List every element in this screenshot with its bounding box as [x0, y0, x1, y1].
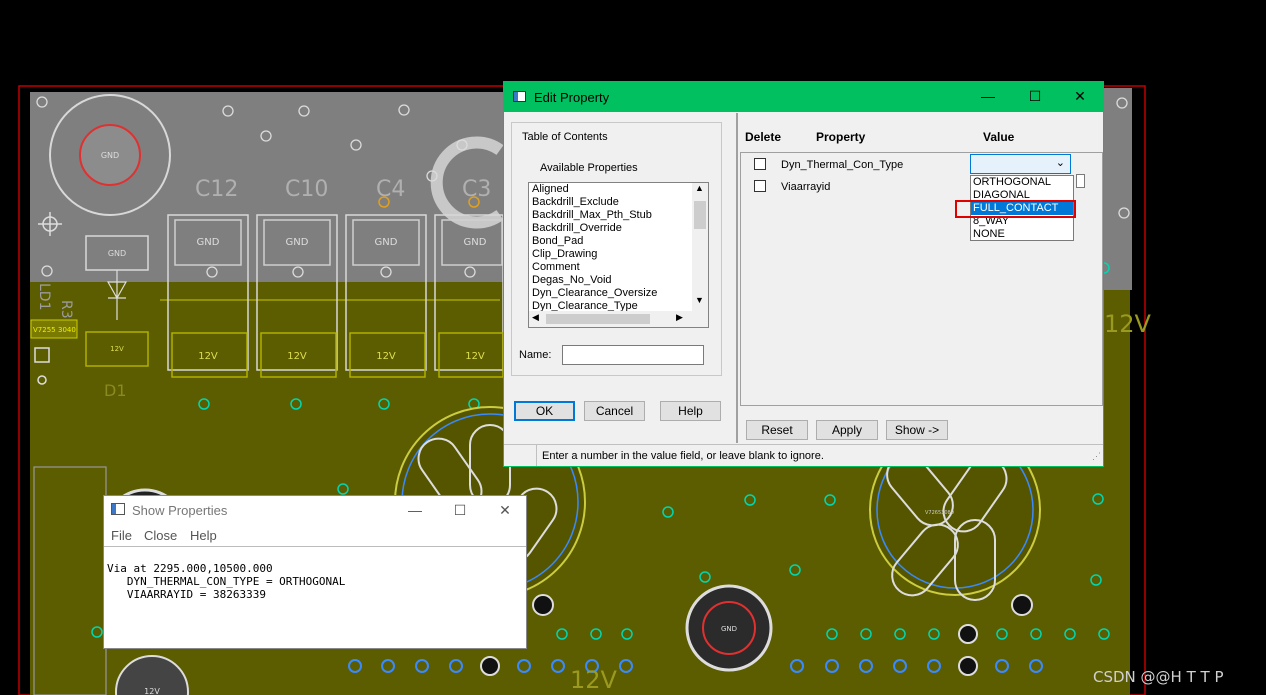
available-property-item[interactable]: Clip_Drawing: [529, 248, 691, 261]
available-property-item[interactable]: Backdrill_Exclude: [529, 196, 691, 209]
watermark: CSDN @@H T T P: [1093, 668, 1224, 686]
col-property-header: Property: [816, 130, 866, 144]
side-12v-label: 12V: [1104, 310, 1152, 338]
available-property-item[interactable]: Bond_Pad: [529, 235, 691, 248]
help-button[interactable]: Help: [660, 401, 721, 421]
apply-button[interactable]: Apply: [816, 420, 878, 440]
close-button[interactable]: ✕: [482, 502, 528, 520]
show-properties-window: Show Properties — ☐ ✕ File Close Help Vi…: [103, 495, 527, 649]
ld1-label: LD1: [36, 283, 52, 311]
status-bar: Enter a number in the value field, or le…: [504, 444, 1103, 466]
delete-checkbox-1[interactable]: [754, 158, 766, 170]
delete-checkbox-2[interactable]: [754, 180, 766, 192]
small-pad-label-2: 3040: [58, 326, 76, 334]
menu-help[interactable]: Help: [190, 528, 217, 543]
available-properties-label: Available Properties: [540, 162, 638, 174]
v12-label-1: 12V: [198, 351, 218, 362]
pane-divider[interactable]: [736, 113, 738, 443]
gnd-label-5: GND: [108, 249, 126, 258]
show-button[interactable]: Show ->: [886, 420, 948, 440]
available-property-item[interactable]: Backdrill_Override: [529, 222, 691, 235]
menu-file[interactable]: File: [111, 528, 132, 543]
maximize-button[interactable]: ☐: [1012, 88, 1058, 106]
edit-property-title: Edit Property: [534, 90, 610, 105]
toc-label: Table of Contents: [520, 131, 610, 143]
resize-grip-icon[interactable]: ⋰: [1092, 451, 1101, 462]
maximize-button[interactable]: ☐: [437, 502, 483, 520]
bottom-12v-label: 12V: [144, 687, 160, 695]
via-id-label-1: V72653080: [925, 510, 954, 516]
menu-close[interactable]: Close: [144, 528, 177, 543]
available-property-item[interactable]: Comment: [529, 261, 691, 274]
gray-region-right: [1103, 88, 1132, 290]
available-property-item[interactable]: Aligned: [529, 183, 691, 196]
ok-button[interactable]: OK: [514, 401, 575, 421]
cancel-button[interactable]: Cancel: [584, 401, 645, 421]
window-icon: [111, 503, 125, 515]
gnd-label-2: GND: [286, 237, 309, 248]
properties-line-3: VIAARRAYID = 38263339: [107, 588, 266, 601]
reset-button[interactable]: Reset: [746, 420, 808, 440]
minimize-button[interactable]: —: [392, 502, 438, 520]
col-delete-header: Delete: [745, 130, 782, 144]
highlight-box: [955, 200, 1076, 218]
v12-label-3: 12V: [376, 351, 396, 362]
edit-property-titlebar[interactable]: Edit Property — ☐ ✕: [504, 82, 1103, 112]
bottom-gnd-label: GND: [721, 625, 737, 633]
scroll-left-icon[interactable]: ◀: [532, 312, 539, 323]
hscroll-thumb[interactable]: [546, 314, 650, 324]
available-properties-list[interactable]: Aligned Backdrill_Exclude Backdrill_Max_Pt…: [528, 182, 709, 328]
v12-label-5: 12V: [110, 345, 124, 353]
edit-property-dialog: Edit Property — ☐ ✕ Table of Contents Av…: [503, 81, 1104, 467]
horizontal-scrollbar[interactable]: ◀ ▶: [529, 311, 708, 327]
available-property-item[interactable]: Degas_No_Void: [529, 274, 691, 287]
v12-label-2: 12V: [287, 351, 307, 362]
vertical-scrollbar[interactable]: ▲ ▼: [692, 183, 708, 311]
d1-label: D1: [104, 381, 127, 400]
window-icon: [513, 91, 526, 102]
value-dropdown[interactable]: ⌄: [970, 154, 1071, 174]
gnd-label-1: GND: [197, 237, 220, 248]
scrollbar-thumb[interactable]: [694, 201, 706, 229]
close-button[interactable]: ✕: [1057, 88, 1103, 106]
available-property-item[interactable]: Backdrill_Max_Pth_Stub: [529, 209, 691, 222]
refdes-c10: C10: [285, 177, 328, 202]
scroll-up-icon[interactable]: ▲: [695, 183, 704, 193]
menu-separator: [104, 546, 526, 547]
property-name-1: Dyn_Thermal_Con_Type: [781, 159, 904, 171]
value-input-2[interactable]: [1076, 174, 1085, 188]
property-name-2: Viaarrayid: [781, 181, 831, 193]
minimize-button[interactable]: —: [965, 88, 1011, 106]
status-text: Enter a number in the value field, or le…: [542, 450, 824, 462]
dropdown-option[interactable]: NONE: [971, 228, 1073, 241]
name-input[interactable]: [562, 345, 704, 365]
small-pad-label-1: V7255: [33, 326, 56, 334]
properties-line-2: DYN_THERMAL_CON_TYPE = ORTHOGONAL: [107, 575, 346, 588]
scroll-right-icon[interactable]: ▶: [676, 312, 683, 323]
gnd-pad-label: GND: [101, 151, 119, 160]
col-value-header: Value: [983, 130, 1015, 144]
gnd-label-4: GND: [464, 237, 487, 248]
show-properties-titlebar[interactable]: Show Properties — ☐ ✕: [104, 496, 526, 525]
dropdown-option[interactable]: ORTHOGONAL: [971, 176, 1073, 189]
show-properties-title: Show Properties: [132, 503, 228, 518]
available-property-item[interactable]: Dyn_Clearance_Oversize: [529, 287, 691, 300]
refdes-c12: C12: [195, 177, 238, 202]
gnd-label-3: GND: [375, 237, 398, 248]
big-12v-label: 12V: [570, 666, 618, 694]
scroll-down-icon[interactable]: ▼: [695, 295, 704, 305]
properties-line-1: Via at 2295.000,10500.000: [107, 562, 273, 575]
v12-label-4: 12V: [465, 351, 485, 362]
copper-plane-right: [1103, 300, 1130, 695]
chevron-down-icon[interactable]: ⌄: [1056, 156, 1065, 169]
name-label: Name:: [519, 349, 552, 361]
